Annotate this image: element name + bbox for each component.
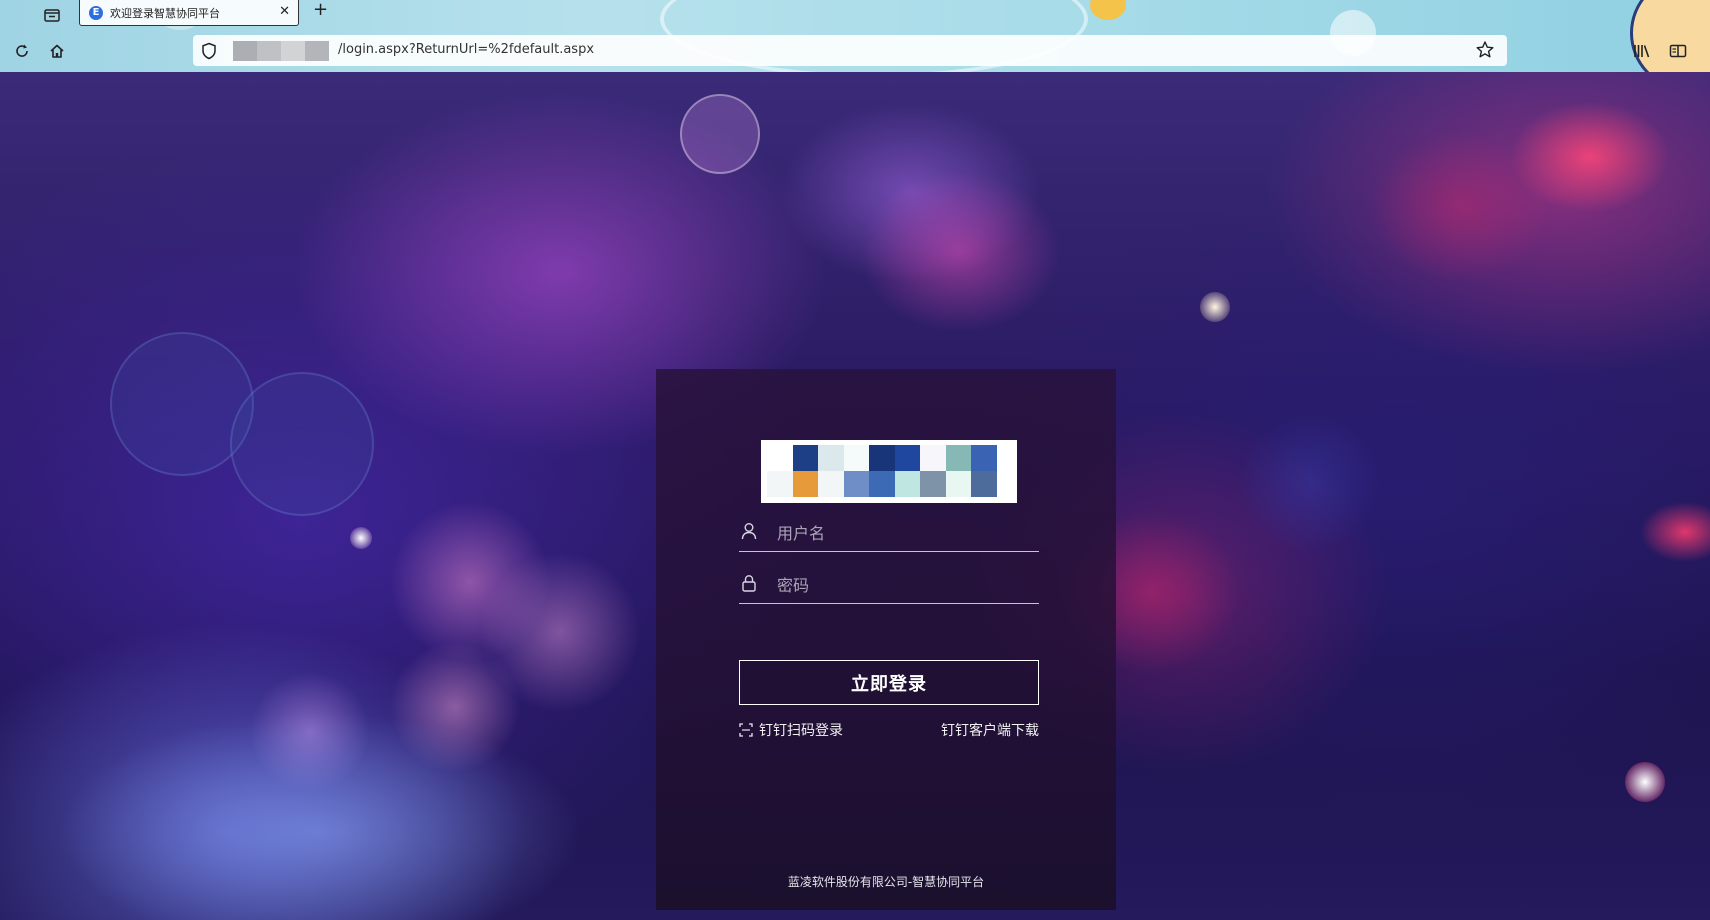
reload-icon — [16, 44, 28, 57]
bokeh-light — [250, 672, 370, 792]
tab-list-button[interactable] — [40, 3, 64, 27]
close-icon: ✕ — [279, 4, 290, 19]
bokeh-light — [680, 94, 760, 174]
reload-button[interactable] — [12, 41, 32, 61]
browser-window: E 欢迎登录智慧协同平台 ✕ + /login.aspx?ReturnUrl=%… — [0, 0, 1710, 920]
bokeh-light — [860, 172, 1060, 332]
bokeh-light — [1240, 412, 1380, 552]
bokeh-light — [780, 102, 1040, 282]
bokeh-light — [350, 527, 372, 549]
bokeh-light — [60, 712, 580, 920]
dingtalk-download-link[interactable]: 钉钉客户端下载 — [941, 720, 1039, 740]
footer-copyright: 蓝凌软件股份有限公司-智慧协同平台 — [787, 875, 985, 889]
navigation-bar: /login.aspx?ReturnUrl=%2fdefault.aspx — [0, 31, 1710, 71]
bokeh-light — [390, 642, 520, 772]
bokeh-light — [1370, 132, 1550, 282]
bokeh-light — [230, 372, 374, 516]
tab-title: 欢迎登录智慧协同平台 — [110, 6, 220, 20]
password-input[interactable] — [777, 571, 1032, 599]
dingtalk-qr-login-label: 钉钉扫码登录 — [759, 723, 843, 739]
username-input[interactable] — [777, 519, 1032, 547]
bokeh-light — [110, 332, 254, 476]
login-panel: 立即登录 钉钉扫码登录 钉钉客户端下载 蓝凌软件股份有限公司-智慧协同平台 — [656, 369, 1116, 910]
url-path[interactable]: /login.aspx?ReturnUrl=%2fdefault.aspx — [338, 42, 594, 57]
login-button[interactable]: 立即登录 — [739, 660, 1039, 705]
library-button[interactable] — [1632, 41, 1652, 61]
bokeh-light — [1200, 292, 1230, 322]
username-field — [739, 515, 1039, 552]
login-page-background: 立即登录 钉钉扫码登录 钉钉客户端下载 蓝凌软件股份有限公司-智慧协同平台 — [0, 72, 1710, 920]
url-host-redacted — [233, 41, 329, 61]
bokeh-light — [1510, 102, 1670, 212]
company-logo — [761, 440, 1017, 503]
browser-chrome: E 欢迎登录智慧协同平台 ✕ + /login.aspx?ReturnUrl=%… — [0, 0, 1710, 72]
tab-active[interactable]: E 欢迎登录智慧协同平台 ✕ — [79, 0, 299, 26]
tab-favicon-icon: E — [89, 5, 103, 20]
reader-view-button[interactable] — [1668, 41, 1688, 61]
bokeh-light — [390, 502, 550, 662]
plus-icon: + — [313, 0, 329, 20]
home-icon — [50, 44, 64, 58]
tab-list-icon — [44, 9, 60, 22]
bokeh-light — [480, 552, 640, 712]
user-icon — [741, 523, 757, 540]
new-tab-button[interactable]: + — [313, 0, 328, 20]
shield-icon[interactable] — [201, 42, 217, 60]
lock-icon — [742, 575, 756, 592]
password-field — [739, 567, 1039, 604]
tab-bar: E 欢迎登录智慧协同平台 ✕ + — [0, 0, 1710, 31]
home-button[interactable] — [47, 41, 67, 61]
dingtalk-qr-login-link[interactable]: 钉钉扫码登录 — [739, 720, 843, 740]
bokeh-light — [1625, 762, 1665, 802]
star-icon[interactable] — [1475, 40, 1495, 60]
reader-view-icon — [1669, 44, 1687, 58]
close-tab-button[interactable]: ✕ — [279, 4, 290, 20]
bokeh-light — [1640, 502, 1710, 562]
scan-icon — [739, 723, 753, 737]
login-links: 钉钉扫码登录 钉钉客户端下载 — [739, 720, 1039, 740]
address-bar[interactable]: /login.aspx?ReturnUrl=%2fdefault.aspx — [193, 35, 1507, 66]
library-icon — [1634, 45, 1650, 58]
